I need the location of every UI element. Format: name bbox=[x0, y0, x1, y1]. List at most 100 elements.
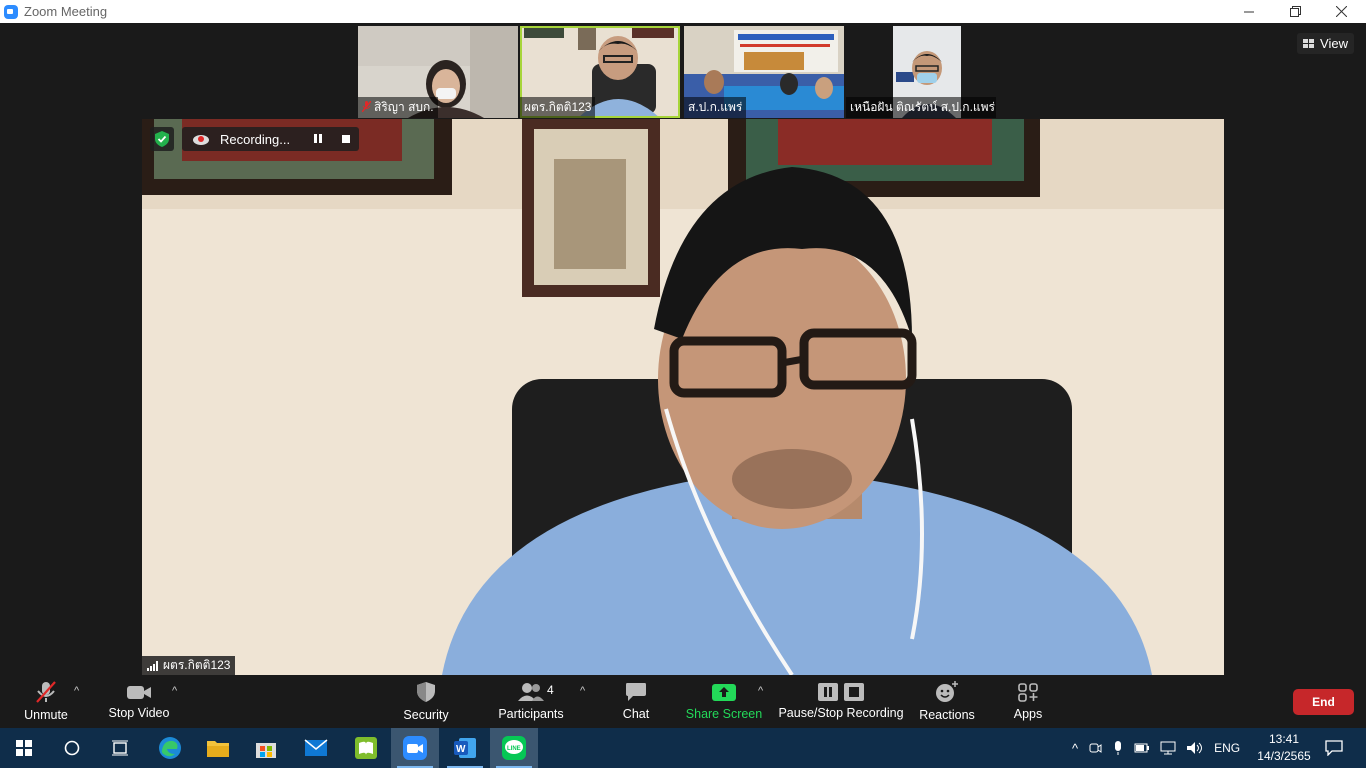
participant-name-tag: เหนือฝัน ติณรัตน์ ส.ป.ก.แพร่ bbox=[846, 97, 996, 118]
participant-thumbnail[interactable]: สิริญา สบก. bbox=[358, 26, 518, 118]
end-meeting-button[interactable]: End bbox=[1293, 689, 1354, 715]
active-speaker-video[interactable]: Recording... ผตร.กิตติ123 bbox=[142, 119, 1224, 675]
audio-options-chevron-icon[interactable]: ^ bbox=[74, 685, 79, 697]
folder-icon bbox=[207, 741, 229, 757]
taskbar-reader-app[interactable] bbox=[342, 728, 390, 768]
participants-icon bbox=[518, 683, 544, 701]
cloud-recording-icon bbox=[192, 133, 210, 145]
view-label: View bbox=[1320, 36, 1348, 51]
stop-icon bbox=[844, 683, 864, 701]
participants-label: Participants bbox=[498, 707, 564, 721]
apps-label: Apps bbox=[1013, 707, 1043, 721]
speaker-name-tag: ผตร.กิตติ123 bbox=[142, 656, 236, 675]
reactions-label: Reactions bbox=[919, 708, 975, 722]
volume-icon[interactable] bbox=[1186, 741, 1204, 755]
share-screen-button[interactable]: Share Screen bbox=[685, 675, 763, 728]
mail-envelope-icon bbox=[304, 739, 328, 756]
share-screen-label: Share Screen bbox=[685, 706, 763, 721]
chat-bubble-icon bbox=[626, 683, 646, 701]
participant-name-tag: ผตร.กิตติ123 bbox=[520, 97, 596, 118]
input-language-indicator[interactable]: ENG bbox=[1214, 741, 1240, 755]
edge-browser-icon bbox=[159, 737, 181, 759]
smiley-plus-icon bbox=[936, 681, 958, 702]
security-button[interactable]: Security bbox=[400, 675, 452, 728]
zoom-app-icon bbox=[403, 736, 427, 760]
meeting-stage: สิริญา สบก. ผตร.กิตติ123 ส.ป.ก.แพร่ เหนื… bbox=[0, 23, 1366, 675]
notification-speech-bubble-icon bbox=[1325, 740, 1343, 756]
participant-name: ส.ป.ก.แพร่ bbox=[688, 100, 743, 114]
stop-video-label: Stop Video bbox=[108, 706, 170, 720]
pause-recording-icon[interactable] bbox=[314, 134, 322, 143]
clock-time: 13:41 bbox=[1268, 732, 1300, 746]
speaker-video-frame bbox=[142, 119, 1224, 675]
video-camera-icon bbox=[127, 686, 151, 699]
participant-thumbnail[interactable]: ส.ป.ก.แพร่ bbox=[684, 26, 844, 118]
notification-center-button[interactable] bbox=[1310, 728, 1358, 768]
chat-label: Chat bbox=[622, 707, 650, 721]
taskbar-file-explorer[interactable] bbox=[194, 728, 242, 768]
window-title: Zoom Meeting bbox=[24, 4, 108, 19]
recording-controls-icons bbox=[818, 683, 864, 701]
encryption-shield-badge[interactable] bbox=[150, 127, 174, 151]
title-bar: Zoom Meeting bbox=[0, 0, 1366, 23]
share-screen-icon bbox=[712, 683, 736, 701]
task-view-button[interactable] bbox=[96, 728, 144, 768]
taskbar-zoom[interactable] bbox=[391, 728, 439, 768]
close-button[interactable] bbox=[1318, 0, 1364, 23]
microphone-in-use-icon[interactable] bbox=[1112, 740, 1124, 756]
search-button[interactable] bbox=[48, 728, 96, 768]
svg-text:LINE: LINE bbox=[507, 746, 521, 752]
taskbar-line[interactable]: LINE bbox=[490, 728, 538, 768]
search-circle-icon bbox=[64, 740, 80, 756]
participant-thumbnail-active[interactable]: ผตร.กิตติ123 bbox=[520, 26, 680, 118]
meeting-toolbar: Unmute ^ Stop Video ^ Security Participa… bbox=[0, 675, 1366, 728]
participants-button[interactable]: Participants bbox=[496, 675, 566, 728]
system-clock[interactable]: 13:41 14/3/2565 bbox=[1253, 731, 1315, 765]
taskbar-word[interactable]: W bbox=[441, 728, 489, 768]
participant-name: ผตร.กิตติ123 bbox=[524, 100, 592, 114]
taskbar-mail[interactable] bbox=[292, 728, 340, 768]
participant-name-tag: ส.ป.ก.แพร่ bbox=[684, 97, 747, 118]
apps-button[interactable]: Apps bbox=[1008, 675, 1048, 728]
pause-stop-recording-button[interactable]: Pause/Stop Recording bbox=[778, 675, 904, 728]
participants-options-chevron-icon[interactable]: ^ bbox=[580, 685, 585, 697]
battery-icon[interactable] bbox=[1134, 742, 1150, 754]
participants-count: 4 bbox=[547, 683, 554, 697]
windows-logo-icon bbox=[16, 740, 32, 756]
taskbar-store[interactable] bbox=[242, 728, 290, 768]
security-label: Security bbox=[403, 708, 449, 722]
svg-text:W: W bbox=[456, 744, 466, 755]
share-options-chevron-icon[interactable]: ^ bbox=[758, 685, 763, 697]
gallery-grid-icon bbox=[1303, 39, 1315, 48]
unmute-button[interactable]: Unmute bbox=[18, 675, 74, 728]
minimize-button[interactable] bbox=[1226, 0, 1272, 23]
taskbar-edge[interactable] bbox=[146, 728, 194, 768]
participant-thumbnail[interactable]: เหนือฝัน ติณรัตน์ ส.ป.ก.แพร่ bbox=[846, 26, 996, 118]
restore-icon bbox=[1289, 6, 1301, 17]
chat-button[interactable]: Chat bbox=[618, 675, 654, 728]
system-tray: ^ ENG bbox=[1072, 728, 1240, 768]
connection-signal-icon bbox=[147, 660, 158, 671]
view-button[interactable]: View bbox=[1297, 33, 1354, 54]
start-button[interactable] bbox=[0, 728, 48, 768]
participant-name: สิริญา สบก. bbox=[374, 100, 434, 114]
network-icon[interactable] bbox=[1160, 741, 1176, 755]
word-app-icon: W bbox=[454, 738, 476, 758]
stop-video-button[interactable]: Stop Video bbox=[106, 675, 172, 728]
book-app-icon bbox=[355, 737, 377, 759]
mic-muted-icon bbox=[361, 100, 372, 115]
participant-name: เหนือฝัน ติณรัตน์ ส.ป.ก.แพร่ bbox=[850, 100, 995, 114]
meet-now-icon[interactable] bbox=[1088, 741, 1102, 755]
clock-date: 14/3/2565 bbox=[1257, 749, 1311, 763]
close-icon bbox=[1335, 6, 1347, 17]
reactions-button[interactable]: Reactions bbox=[918, 675, 976, 728]
windows-taskbar: W LINE ^ ENG 13:41 14/3/2565 bbox=[0, 728, 1366, 768]
video-options-chevron-icon[interactable]: ^ bbox=[172, 685, 177, 697]
apps-icon bbox=[1018, 683, 1038, 702]
unmute-label: Unmute bbox=[24, 708, 68, 722]
show-hidden-icons-chevron-icon[interactable]: ^ bbox=[1072, 741, 1078, 756]
restore-button[interactable] bbox=[1272, 0, 1318, 23]
pause-icon bbox=[818, 683, 838, 701]
minimize-icon bbox=[1243, 11, 1254, 13]
stop-recording-icon[interactable] bbox=[342, 135, 350, 143]
